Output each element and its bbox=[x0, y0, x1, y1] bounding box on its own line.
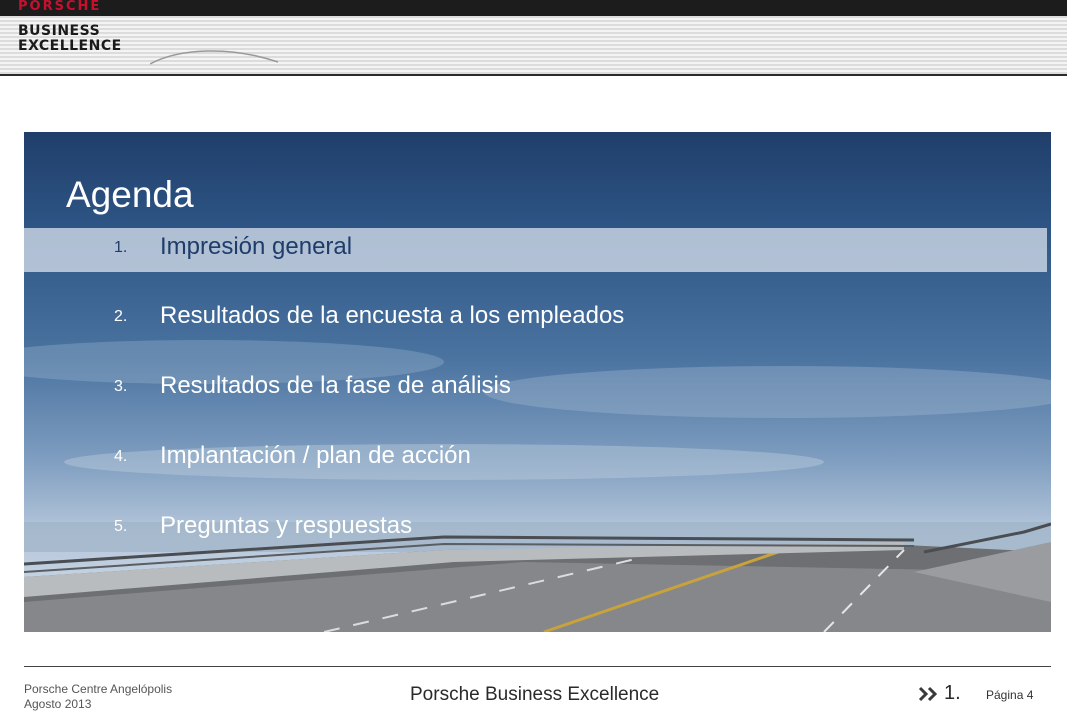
footer-company: Porsche Centre Angelópolis bbox=[24, 682, 173, 696]
footer-date: Agosto 2013 bbox=[24, 697, 92, 711]
slide-title: Agenda bbox=[66, 174, 194, 215]
agenda-label: Impresión general bbox=[160, 233, 353, 260]
agenda-number: 3. bbox=[114, 378, 128, 395]
agenda-label: Resultados de la encuesta a los empleado… bbox=[160, 302, 625, 329]
footer-divider bbox=[24, 666, 1051, 667]
agenda-number: 5. bbox=[114, 518, 128, 535]
agenda-label: Implantación / plan de acción bbox=[160, 442, 471, 469]
page-number: Página 4 bbox=[986, 688, 1034, 702]
porsche-wordmark: PORSCHE bbox=[18, 0, 102, 14]
agenda-label: Resultados de la fase de análisis bbox=[160, 372, 511, 399]
agenda-number: 2. bbox=[114, 308, 128, 325]
logo-excellence: EXCELLENCE bbox=[18, 38, 122, 54]
car-silhouette-icon bbox=[150, 50, 279, 65]
logo-business: BUSINESS bbox=[18, 23, 101, 39]
top-bar: PORSCHE bbox=[0, 0, 1067, 16]
agenda-number: 1. bbox=[114, 239, 128, 256]
footer-section-number: 1. bbox=[944, 682, 961, 704]
hero-image: Agenda 1. Impresión general 2. Resultado… bbox=[24, 132, 1051, 632]
double-chevron-icon bbox=[918, 686, 938, 702]
agenda-number: 4. bbox=[114, 448, 128, 465]
footer-meta: Porsche Centre Angelópolis Agosto 2013 bbox=[24, 682, 172, 712]
footer-title: Porsche Business Excellence bbox=[410, 684, 660, 705]
agenda-label: Preguntas y respuestas bbox=[160, 512, 413, 539]
header-divider bbox=[0, 74, 1067, 76]
